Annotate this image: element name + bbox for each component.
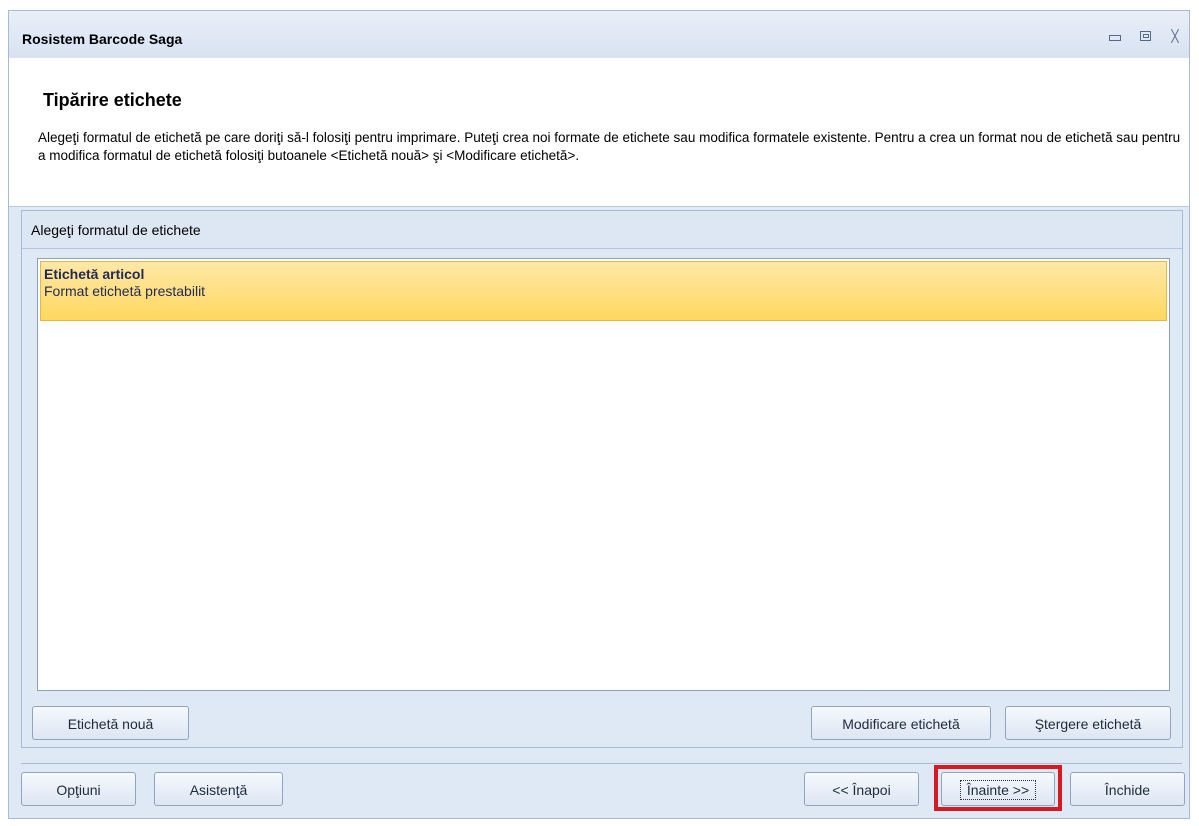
- restore-icon[interactable]: [1137, 29, 1153, 43]
- close-button[interactable]: Închide: [1070, 772, 1185, 806]
- modify-label-button[interactable]: Modificare etichetă: [811, 706, 991, 740]
- label-format-panel: Alegeţi formatul de etichete Etichetă ar…: [21, 210, 1183, 748]
- label-format-list[interactable]: Etichetă articol Format etichetă prestab…: [37, 258, 1170, 691]
- panel-caption-text: Alegeţi formatul de etichete: [31, 222, 201, 238]
- title-bar: Rosistem Barcode Saga ╳: [9, 11, 1189, 59]
- list-item-description: Format etichetă prestabilit: [44, 283, 206, 299]
- help-button[interactable]: Asistenţă: [154, 772, 283, 806]
- list-item[interactable]: Etichetă articol Format etichetă prestab…: [40, 261, 1167, 321]
- back-button[interactable]: << Înapoi: [804, 772, 919, 806]
- options-button[interactable]: Opţiuni: [21, 772, 136, 806]
- page-title: Tipărire etichete: [43, 90, 182, 110]
- window-title: Rosistem Barcode Saga: [22, 31, 183, 47]
- new-label-button[interactable]: Etichetă nouă: [32, 706, 189, 740]
- close-icon[interactable]: ╳: [1167, 29, 1183, 43]
- wizard-header: Tipărire etichete Alegeţi formatul de et…: [9, 58, 1189, 207]
- list-item-name: Etichetă articol: [44, 266, 145, 282]
- next-button[interactable]: Înainte >>: [941, 772, 1055, 806]
- panel-caption: Alegeţi formatul de etichete: [22, 211, 1182, 249]
- next-button-label: Înainte >>: [959, 780, 1037, 800]
- minimize-icon[interactable]: [1107, 29, 1123, 43]
- app-window: Rosistem Barcode Saga ╳ Tipărire etichet…: [8, 10, 1190, 819]
- delete-label-button[interactable]: Ştergere etichetă: [1005, 706, 1171, 740]
- page-description: Alegeţi formatul de etichetă pe care dor…: [38, 130, 1181, 163]
- footer-separator: [21, 763, 1182, 764]
